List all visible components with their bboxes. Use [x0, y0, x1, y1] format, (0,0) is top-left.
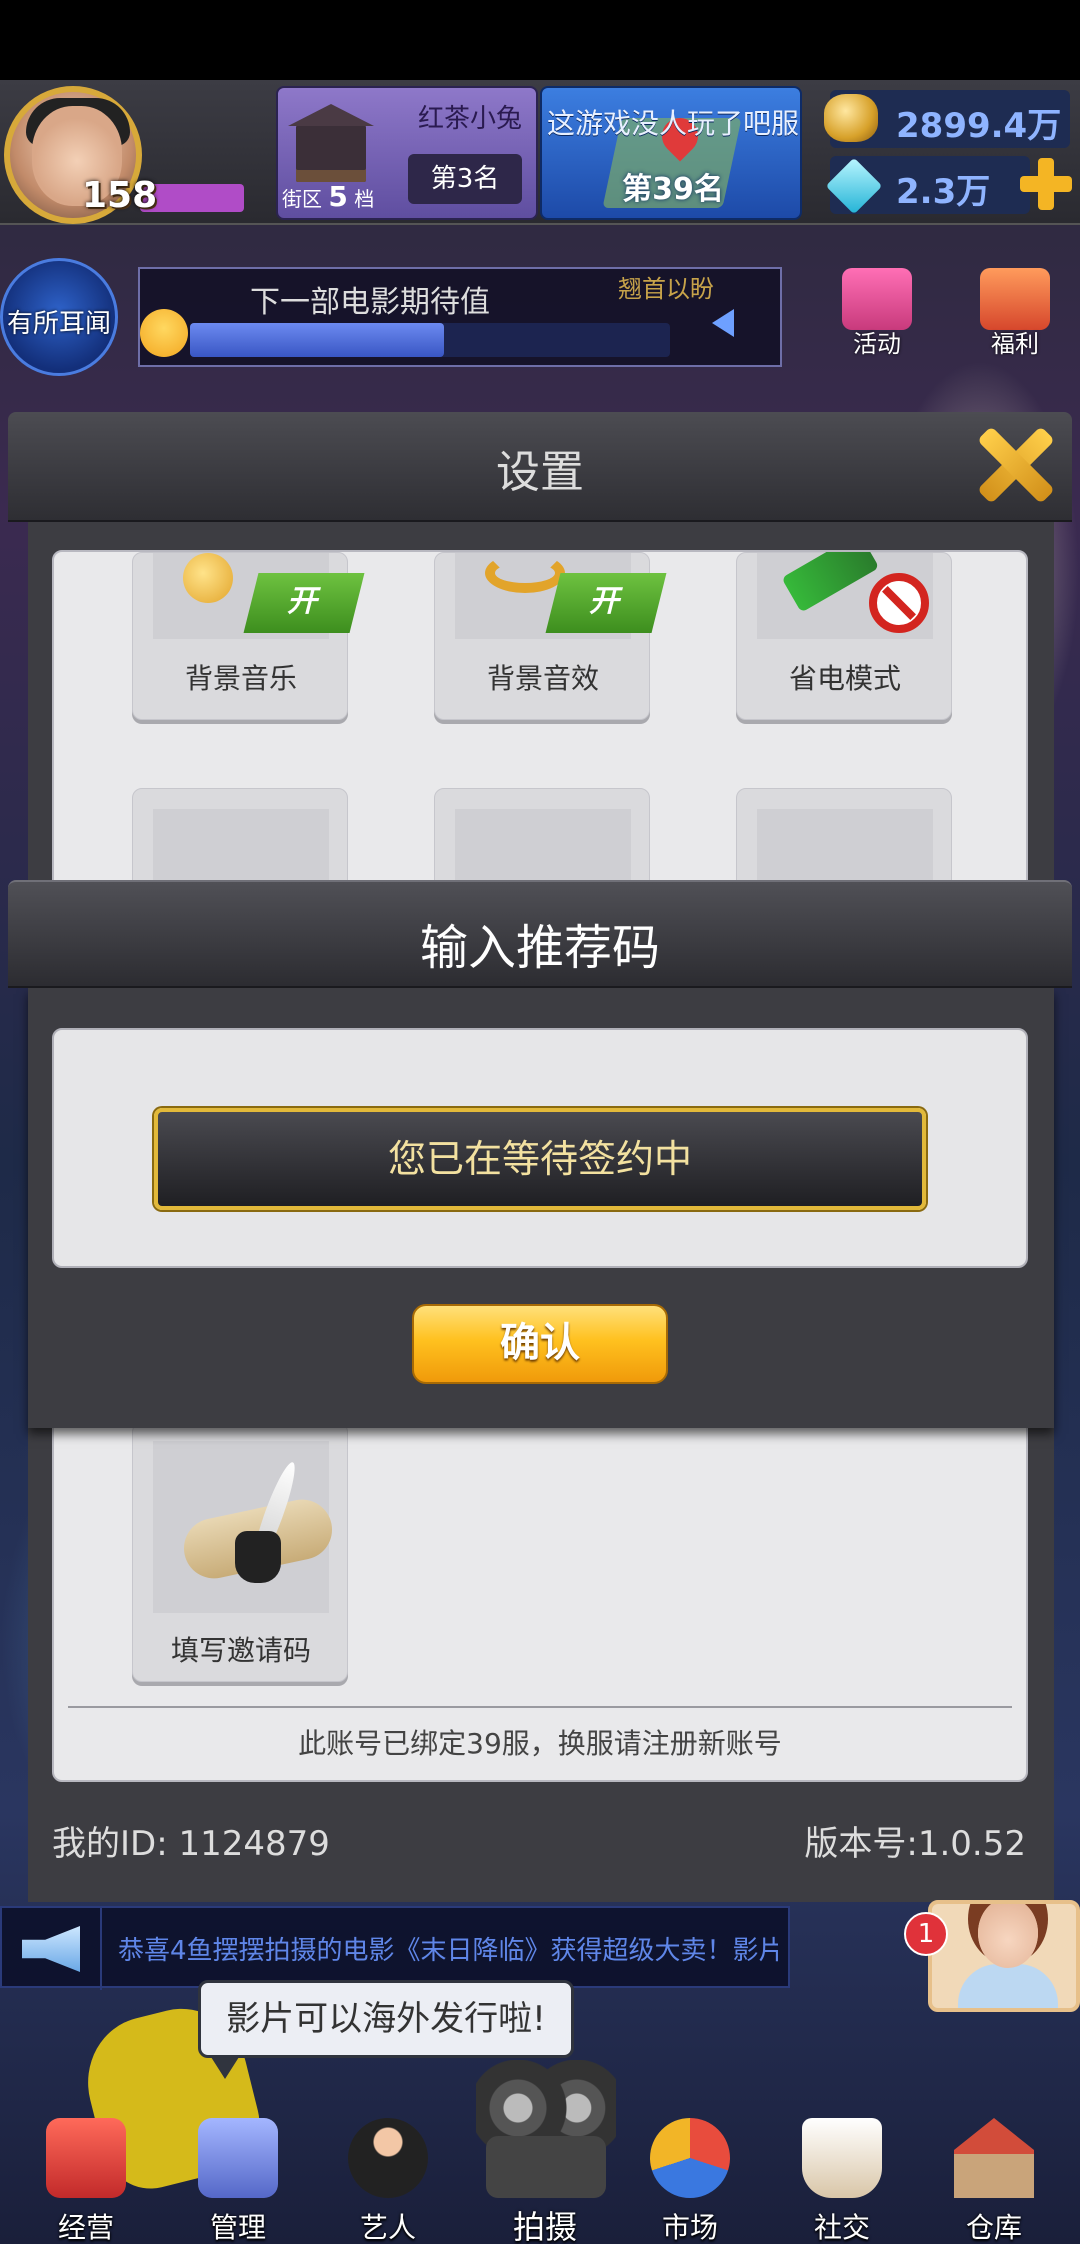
news-label: 有所耳闻	[7, 309, 112, 339]
popcorn-icon	[46, 2118, 126, 2198]
nav-label: 拍摄	[512, 2208, 577, 2244]
diamond-icon	[825, 157, 883, 215]
expectation-title: 下一部电影期待值	[250, 285, 490, 320]
megaphone-icon	[22, 1926, 80, 1972]
nav-label: 仓库	[965, 2211, 1022, 2244]
scroll-quill-icon	[173, 1459, 353, 1619]
expectation-fill	[190, 323, 444, 357]
movie-expectation-bar[interactable]: 下一部电影期待值 翘首以盼	[138, 267, 782, 367]
activities-label: 活动	[853, 330, 901, 358]
on-badge: 开	[243, 573, 365, 633]
gold-coin-icon	[824, 94, 878, 142]
nav-label: 经营	[57, 2211, 114, 2244]
sound-effect-icon	[485, 553, 565, 593]
bind-notice: 此账号已绑定39服，换服请注册新账号	[298, 1727, 782, 1760]
ink-bottle	[235, 1531, 281, 1583]
gift-icon	[842, 268, 912, 330]
player-level: 158	[82, 175, 158, 216]
announcement-text: 恭喜4鱼摆摆拍摄的电影《末日降临》获得超级大卖！影片	[118, 1936, 778, 1966]
nav-operations[interactable]: 经营	[16, 2108, 156, 2244]
street-name: 红茶小兔	[417, 104, 522, 134]
settings-title: 设置	[496, 447, 584, 498]
gem-value: 2.3万	[896, 172, 991, 212]
referral-dialog-header: 输入推荐码	[8, 880, 1072, 988]
street-rank: 第3名	[408, 154, 522, 204]
announcement-marquee[interactable]: 恭喜4鱼摆摆拍摄的电影《末日降临》获得超级大卖！影片	[0, 1906, 790, 1990]
gold-balance[interactable]: 2899.4万	[824, 90, 1070, 148]
camera-icon	[486, 2136, 606, 2198]
grade-number: 5	[328, 180, 348, 213]
welfare-label: 福利	[991, 330, 1039, 358]
sfx-toggle-tile[interactable]: 开 背景音效	[434, 552, 667, 720]
tip-bubble: 影片可以海外发行啦!	[198, 1980, 574, 2079]
notification-badge: 1	[904, 1912, 948, 1956]
assistant-dress	[958, 1964, 1058, 2008]
tile-label: 省电模式	[788, 662, 901, 695]
street-rank-panel[interactable]: 红茶小兔 街区 5 档 第3名	[276, 86, 538, 220]
settings-dialog-header: 设置	[8, 412, 1072, 522]
coffee-cup-icon	[802, 2118, 882, 2198]
artist-icon	[348, 2118, 428, 2198]
server-name: 这游戏没人玩了吧服	[546, 107, 799, 140]
gift-box-icon	[980, 268, 1050, 330]
top-hud: 158 红茶小兔 街区 5 档 第3名 这游戏没人玩了吧服 第39名 2899.…	[0, 80, 1080, 225]
bgm-toggle-tile[interactable]: 开 背景音乐	[132, 552, 365, 720]
server-rank: 第39名	[622, 172, 724, 207]
tile-label: 背景音乐	[184, 662, 297, 695]
tile-label: 填写邀请码	[170, 1634, 311, 1667]
nav-artists[interactable]: 艺人	[318, 2108, 458, 2244]
tile-image	[757, 552, 933, 639]
prohibited-icon	[869, 573, 929, 633]
player-id: 我的ID: 1124879	[52, 1824, 330, 1864]
pie-chart-icon	[650, 2118, 730, 2198]
nav-market[interactable]: 市场	[620, 2108, 760, 2244]
nav-label: 市场	[661, 2211, 718, 2244]
arrow-left-icon[interactable]	[712, 309, 734, 337]
activities-button[interactable]: 活动	[832, 258, 922, 358]
house-icon	[288, 104, 374, 182]
gold-value: 2899.4万	[896, 106, 1062, 146]
tile-image	[153, 1441, 338, 1613]
tile-label: 背景音效	[486, 662, 599, 695]
grade-suffix: 档	[354, 187, 375, 211]
assistant-avatar[interactable]	[928, 1900, 1080, 2012]
gem-balance[interactable]: 2.3万	[825, 156, 1030, 215]
expectation-hint: 翘首以盼	[618, 275, 714, 303]
server-rank-panel[interactable]: 这游戏没人玩了吧服 第39名	[540, 86, 802, 220]
gear-icon	[198, 2118, 278, 2198]
street-grade: 街区 5 档	[282, 180, 374, 213]
referral-title: 输入推荐码	[419, 920, 660, 976]
confirm-button[interactable]: 确认	[412, 1304, 668, 1384]
warehouse-icon	[954, 2118, 1034, 2198]
divider	[68, 1706, 1012, 1708]
welfare-button[interactable]: 福利	[970, 258, 1060, 358]
divider	[100, 1908, 102, 1990]
on-badge: 开	[545, 573, 667, 633]
status-bar	[0, 0, 1080, 80]
heart-eyes-emoji-icon	[140, 309, 188, 357]
news-button[interactable]: 有所耳闻	[0, 258, 118, 376]
version-number: 版本号:1.0.52	[804, 1824, 1026, 1864]
nav-label: 艺人	[359, 2211, 416, 2244]
district-prefix: 街区	[282, 187, 322, 211]
nav-label: 管理	[209, 2211, 266, 2244]
nav-shoot[interactable]: 拍摄	[456, 2060, 634, 2244]
nav-social[interactable]: 社交	[772, 2108, 912, 2244]
add-currency-plus-icon[interactable]	[1020, 158, 1072, 210]
nav-management[interactable]: 管理	[168, 2108, 308, 2244]
invite-code-tile[interactable]: 填写邀请码	[132, 1422, 348, 1682]
battery-icon	[781, 552, 880, 613]
referral-status-field[interactable]: 您已在等待签约中	[154, 1108, 926, 1210]
assistant-head	[978, 1904, 1038, 1968]
music-note-icon	[183, 553, 233, 603]
nav-label: 社交	[813, 2211, 870, 2244]
close-icon[interactable]	[970, 420, 1060, 510]
power-save-tile[interactable]: 省电模式	[736, 552, 952, 720]
nav-warehouse[interactable]: 仓库	[924, 2108, 1064, 2244]
